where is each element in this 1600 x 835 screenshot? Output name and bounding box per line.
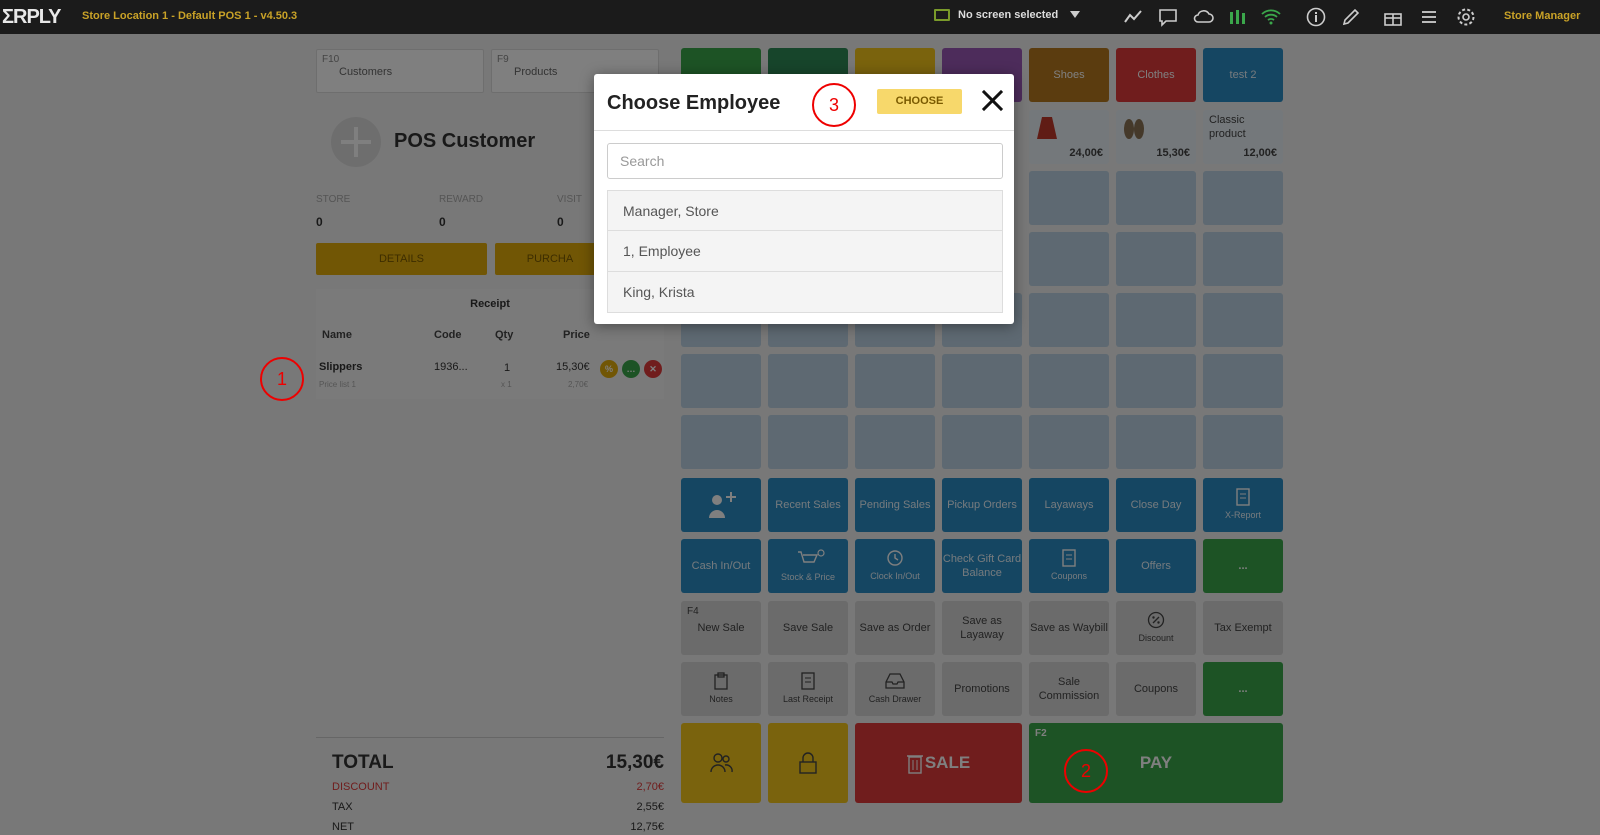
wifi-icon[interactable]: [1260, 6, 1282, 28]
annotation-3: 3: [812, 83, 856, 127]
choose-employee-modal: Choose Employee 3 CHOOSE Manager, Store …: [594, 74, 1014, 324]
employee-list: Manager, Store 1, Employee King, Krista: [607, 190, 1003, 313]
store-title: Store Location 1 - Default POS 1 - v4.50…: [82, 10, 298, 22]
info-icon[interactable]: [1305, 6, 1327, 28]
list-item[interactable]: Manager, Store: [607, 190, 1003, 231]
cloud-icon[interactable]: [1192, 6, 1214, 28]
user-menu[interactable]: Store Manager: [1504, 10, 1580, 22]
trend-chart-icon[interactable]: [1122, 6, 1144, 28]
list-item[interactable]: King, Krista: [607, 272, 1003, 313]
gear-icon[interactable]: [1455, 6, 1477, 28]
modal-divider: [594, 130, 1014, 131]
menu-icon[interactable]: [1418, 6, 1440, 28]
erply-logo: ΣRPLY: [2, 6, 62, 28]
modal-title: Choose Employee: [607, 92, 781, 114]
chat-icon[interactable]: [1157, 6, 1179, 28]
caret-down-icon: [1070, 11, 1080, 18]
employee-search-input[interactable]: [607, 143, 1003, 179]
edit-icon[interactable]: [1340, 6, 1362, 28]
top-bar: ΣRPLY Store Location 1 - Default POS 1 -…: [0, 0, 1600, 34]
sync-status-icon[interactable]: [1227, 6, 1249, 28]
monitor-icon: [934, 9, 950, 21]
gift-icon[interactable]: [1382, 6, 1404, 28]
annotation-1: 1: [260, 357, 304, 401]
annotation-2: 2: [1064, 749, 1108, 793]
choose-button[interactable]: CHOOSE: [877, 89, 962, 114]
close-icon[interactable]: [980, 88, 1004, 112]
screen-selector-label: No screen selected: [958, 9, 1059, 21]
list-item[interactable]: 1, Employee: [607, 231, 1003, 272]
screen-selector[interactable]: No screen selected: [934, 8, 1084, 24]
